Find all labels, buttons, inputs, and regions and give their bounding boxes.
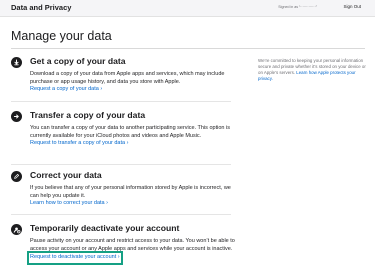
privacy-sidebar: We’re committed to keeping your personal…: [258, 58, 368, 82]
section-description: Pause activity on your account and restr…: [30, 238, 235, 252]
brand-title: Data and Privacy: [11, 3, 72, 12]
transfer-icon: [11, 111, 22, 122]
deactivate-icon: [11, 224, 22, 235]
section-title: Temporarily deactivate your account: [30, 223, 180, 233]
download-icon: [11, 57, 22, 68]
edit-icon: [11, 171, 22, 182]
request-copy-link[interactable]: Request a copy of your data ›: [30, 86, 240, 94]
section-description: You can transfer a copy of your data to …: [30, 125, 230, 139]
section-description: If you believe that any of your personal…: [30, 185, 231, 199]
deactivate-account-link[interactable]: Request to deactivate your account ›: [27, 251, 240, 265]
deactivate-link-label: Request to deactivate your account ›: [27, 251, 123, 265]
title-divider: [11, 48, 365, 49]
section-divider: [11, 101, 231, 102]
top-bar: Data and Privacy Signed in as “·········…: [0, 0, 375, 17]
section-description: Download a copy of your data from Apple …: [30, 71, 225, 85]
section-divider: [11, 214, 231, 215]
section-title: Get a copy of your data: [30, 56, 126, 66]
correct-data-link[interactable]: Learn how to correct your data ›: [30, 200, 240, 208]
sign-out-button[interactable]: Sign Out: [343, 4, 361, 9]
section-title: Correct your data: [30, 170, 102, 180]
request-transfer-link[interactable]: Request to transfer a copy of your data …: [30, 140, 240, 148]
section-title: Transfer a copy of your data: [30, 110, 146, 120]
page-title: Manage your data: [11, 29, 112, 43]
section-divider: [11, 164, 231, 165]
signed-in-label: Signed in as “·············”: [278, 5, 317, 9]
